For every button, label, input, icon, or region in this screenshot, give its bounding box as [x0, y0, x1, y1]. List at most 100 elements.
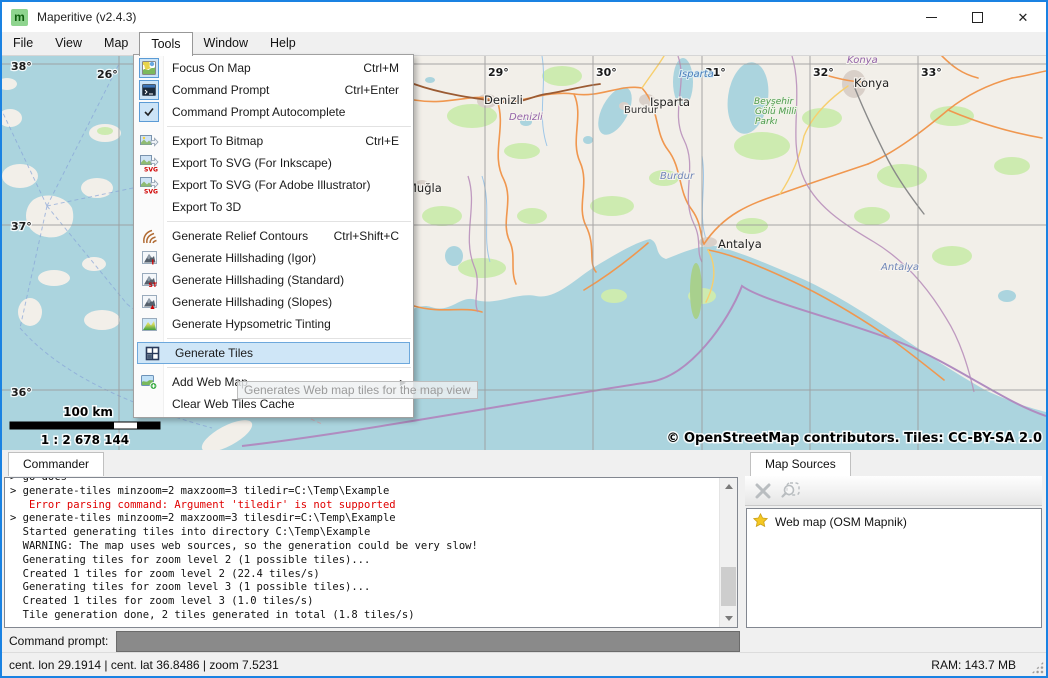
menu-item-export-to-svg-for-inkscape[interactable]: SVGExport To SVG (For Inkscape)	[134, 152, 413, 174]
commander-output-line: > go docs	[10, 477, 737, 485]
status-ram: RAM: 143.7 MB	[931, 658, 1046, 672]
menu-item-generate-relief-contours[interactable]: Generate Relief ContoursCtrl+Shift+C	[134, 225, 413, 247]
menu-item-label: Generate Hillshading (Standard)	[164, 273, 413, 287]
place-label-isparta: Isparta	[679, 69, 714, 80]
menubar-item-help[interactable]: Help	[259, 32, 307, 56]
commander-output-line: Error parsing command: Argument 'tiledir…	[10, 499, 737, 513]
command-prompt-row: Command prompt:	[2, 630, 740, 652]
menu-item-export-to-svg-for-adobe-illustrator[interactable]: SVGExport To SVG (For Adobe Illustrator)	[134, 174, 413, 196]
menubar: FileViewMapToolsWindowHelp	[2, 32, 1046, 56]
commander-output[interactable]: > go docs> generate-tiles minzoom=2 maxz…	[4, 477, 738, 628]
commander-scrollbar[interactable]	[719, 478, 737, 627]
export-bitmap-icon	[134, 134, 164, 148]
menu-item-generate-hillshading-standard[interactable]: ST Generate Hillshading (Standard)	[134, 269, 413, 291]
map-attribution: © OpenStreetMap contributors. Tiles: CC-…	[666, 431, 1042, 446]
commander-output-line: Generating tiles for zoom level 2 (1 pos…	[10, 554, 737, 568]
svg-text:ST: ST	[148, 282, 157, 287]
commander-output-line: WARNING: The map uses web sources, so th…	[10, 540, 737, 554]
menu-item-label: Clear Web Tiles Cache	[164, 397, 413, 411]
place-label-denizli: Denizli	[509, 112, 543, 123]
menu-item-shortcut: Ctrl+Enter	[345, 83, 413, 97]
scroll-down-icon[interactable]	[720, 610, 737, 627]
hypsometric-icon	[134, 318, 164, 331]
commander-panel: Commander > go docs> generate-tiles minz…	[2, 450, 740, 652]
zoom-to-source-icon[interactable]	[776, 478, 803, 504]
maximize-button[interactable]	[954, 2, 1000, 32]
menubar-item-view[interactable]: View	[44, 32, 93, 56]
svg-text:I: I	[151, 259, 154, 266]
menu-item-label: Generate Tiles	[167, 346, 410, 360]
map-source-item[interactable]: Web map (OSM Mapnik)	[747, 509, 1041, 534]
check-icon	[134, 102, 164, 122]
command-prompt-input[interactable]	[116, 631, 740, 652]
tooltip: Generates Web map tiles for the map view	[237, 381, 478, 399]
add-web-map-icon	[134, 375, 164, 390]
menubar-item-window[interactable]: Window	[193, 32, 259, 56]
commander-output-line: Created 1 tiles for zoom level 2 (22.4 t…	[10, 568, 737, 582]
scrollbar-thumb[interactable]	[721, 567, 736, 606]
map-sources-panel: Map Sources Web map (OSM Mapnik)	[745, 450, 1046, 652]
graticule-lon-label: 26°	[97, 68, 118, 81]
hillshading-slopes-icon: ▲	[134, 295, 164, 309]
graticule-lat-label: 38°	[11, 60, 32, 73]
close-button[interactable]: ✕	[1000, 2, 1046, 32]
menu-item-focus-on-map[interactable]: Focus On MapCtrl+M	[134, 57, 413, 79]
scale-distance: 100 km	[63, 405, 113, 419]
tools-menu: Focus On MapCtrl+MCommand PromptCtrl+Ent…	[133, 54, 414, 418]
menu-item-label: Generate Relief Contours	[164, 229, 334, 243]
menu-item-command-prompt[interactable]: Command PromptCtrl+Enter	[134, 79, 413, 101]
menubar-item-file[interactable]: File	[2, 32, 44, 56]
window-title: Maperitive (v2.4.3)	[37, 10, 136, 24]
focus-on-map-icon	[134, 58, 164, 78]
graticule-lon-label: 30°	[596, 66, 617, 79]
menu-item-shortcut: Ctrl+E	[365, 134, 413, 148]
graticule-lat-label: 37°	[11, 220, 32, 233]
hillshading-igor-icon: I	[134, 251, 164, 265]
menu-item-generate-hillshading-slopes[interactable]: ▲Generate Hillshading (Slopes)	[134, 291, 413, 313]
menu-item-label: Export To Bitmap	[164, 134, 365, 148]
hillshading-standard-icon: ST	[134, 273, 164, 287]
menu-item-export-to-bitmap[interactable]: Export To BitmapCtrl+E	[134, 130, 413, 152]
menubar-item-map[interactable]: Map	[93, 32, 139, 56]
menu-separator	[167, 126, 411, 127]
graticule-lat-label: 36°	[11, 386, 32, 399]
star-icon	[753, 513, 768, 530]
commander-output-line: Created 1 tiles for zoom level 3 (1.0 ti…	[10, 595, 737, 609]
menu-item-generate-hillshading-igor[interactable]: IGenerate Hillshading (Igor)	[134, 247, 413, 269]
place-label-park: Parkı	[755, 117, 778, 127]
tab-commander[interactable]: Commander	[8, 452, 104, 476]
menu-separator	[167, 221, 411, 222]
minimize-icon	[926, 17, 937, 18]
export-svg-icon: SVG	[134, 177, 164, 194]
scale-ratio: 1 : 2 678 144	[41, 433, 129, 447]
place-label-burdur: Burdur	[624, 105, 659, 116]
place-label-konya: Konya	[854, 76, 889, 90]
menu-item-generate-tiles[interactable]: Generate Tiles	[137, 342, 410, 364]
place-label-bey-ehir: Beyşehir	[754, 97, 794, 107]
commander-output-line: Tile generation done, 2 tiles generated …	[10, 609, 737, 623]
menu-item-label: Export To SVG (For Inkscape)	[164, 156, 413, 170]
maximize-icon	[972, 12, 983, 23]
window-controls: ✕	[908, 2, 1046, 32]
generate-tiles-icon	[137, 346, 167, 361]
graticule-lon-label: 29°	[488, 66, 509, 79]
command-prompt-label: Command prompt:	[2, 634, 108, 648]
menu-item-label: Export To 3D	[164, 200, 413, 214]
menu-item-label: Export To SVG (For Adobe Illustrator)	[164, 178, 413, 192]
map-source-label: Web map (OSM Mapnik)	[775, 515, 907, 529]
bottom-panels: Commander > go docs> generate-tiles minz…	[2, 450, 1046, 652]
status-coordinates: cent. lon 29.1914 | cent. lat 36.8486 | …	[2, 658, 279, 672]
relief-contours-icon	[134, 229, 164, 244]
menu-item-shortcut: Ctrl+M	[363, 61, 413, 75]
graticule-lon-label: 32°	[813, 66, 834, 79]
place-label-konya: Konya	[847, 56, 878, 66]
menubar-item-tools[interactable]: Tools	[139, 32, 192, 56]
minimize-button[interactable]	[908, 2, 954, 32]
tab-map-sources[interactable]: Map Sources	[750, 452, 851, 476]
map-sources-list: Web map (OSM Mapnik)	[746, 508, 1042, 628]
delete-source-icon[interactable]	[749, 478, 776, 504]
menu-item-command-prompt-autocomplete[interactable]: Command Prompt Autocomplete	[134, 101, 413, 123]
menu-item-export-to-3d[interactable]: Export To 3D	[134, 196, 413, 218]
scroll-up-icon[interactable]	[720, 478, 737, 495]
menu-item-generate-hypsometric-tinting[interactable]: Generate Hypsometric Tinting	[134, 313, 413, 335]
